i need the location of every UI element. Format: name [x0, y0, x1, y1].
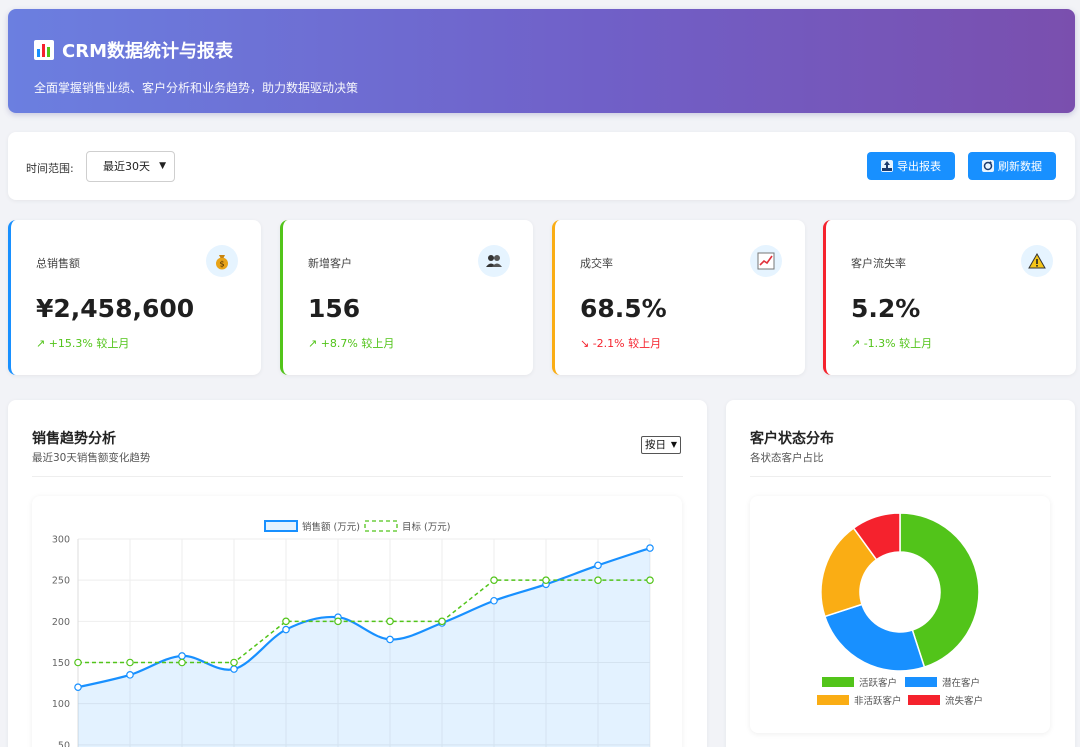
status-chart-card: 活跃客户 潜在客户非活跃客户 流失客户	[750, 496, 1050, 733]
kpi-change: ↗ +15.3% 较上月	[36, 337, 130, 350]
legend-label[interactable]: 流失客户	[945, 695, 983, 707]
customer-status-subtitle: 各状态客户占比	[750, 452, 824, 464]
divider	[32, 476, 683, 477]
sales-data-point[interactable]	[178, 652, 186, 660]
y-tick-label: 250	[52, 576, 70, 587]
kpi-label: 总销售额	[36, 257, 80, 270]
customer-status-panel: 客户状态分布 各状态客户占比 活跃客户 潜在客户非活跃客户 流失客户	[726, 400, 1075, 747]
sales-data-point[interactable]	[386, 635, 394, 644]
target-data-point[interactable]	[74, 658, 82, 667]
donut-slice-1[interactable]	[823, 603, 926, 672]
kpi-value: 5.2%	[851, 294, 921, 323]
target-data-point[interactable]	[594, 576, 602, 584]
legend-swatch[interactable]	[905, 677, 937, 687]
page-subtitle: 全面掌握销售业绩、客户分析和业务趋势，助力数据驱动决策	[34, 81, 359, 95]
legend-swatch[interactable]	[822, 677, 854, 687]
y-tick-label: 300	[52, 535, 70, 546]
kpi-card-total-sales: 总销售额 $ ¥2,458,600 ↗ +15.3% 较上月	[8, 220, 261, 375]
bar-chart-icon	[34, 40, 54, 60]
legend-label[interactable]: 目标 (万元)	[402, 521, 450, 533]
kpi-change: ↗ +8.7% 较上月	[308, 337, 395, 350]
refresh-data-button[interactable]: 刷新数据	[968, 152, 1056, 180]
sales-data-point[interactable]	[646, 544, 654, 552]
money-bag-icon: $	[206, 245, 238, 277]
kpi-card-new-customers: 新增客户 156 ↗ +8.7% 较上月	[280, 220, 533, 375]
export-tray-icon	[881, 160, 893, 172]
kpi-value: 156	[308, 294, 361, 323]
sales-chart-card: 300 250 200 150 100 50 销售额 (万元) 目标 (万元)	[32, 496, 682, 747]
sales-data-point[interactable]	[74, 683, 82, 692]
target-data-point[interactable]	[646, 576, 654, 584]
sales-data-point[interactable]	[282, 625, 290, 634]
chevron-down-icon: ▼	[670, 440, 677, 449]
time-range-label: 时间范围:	[26, 162, 74, 175]
kpi-label: 新增客户	[308, 257, 352, 270]
svg-text:$: $	[219, 260, 224, 269]
target-data-point[interactable]	[282, 617, 290, 626]
kpi-label: 客户流失率	[851, 257, 906, 270]
sales-trend-panel: 销售趋势分析 最近30天销售额变化趋势 按日 ▼ 300 250 200 150 100…	[8, 400, 707, 747]
time-range-select[interactable]: 最近30天 ▼	[86, 151, 175, 182]
legend-swatch[interactable]	[817, 695, 849, 705]
target-data-point[interactable]	[334, 617, 342, 626]
sales-data-point[interactable]	[490, 596, 498, 605]
filter-toolbar: 时间范围: 最近30天 ▼ 导出报表 刷新数据	[8, 132, 1075, 200]
legend-label[interactable]: 活跃客户	[859, 677, 897, 689]
warning-icon	[1021, 245, 1053, 277]
legend-swatch[interactable]	[364, 520, 398, 532]
sales-data-point[interactable]	[126, 671, 134, 679]
kpi-card-churn-rate: 客户流失率 5.2% ↗ -1.3% 较上月	[823, 220, 1076, 375]
refresh-icon	[982, 160, 994, 172]
trend-chart-icon	[750, 245, 782, 277]
sales-line-chart: 300 250 200 150 100 50 销售额 (万元) 目标 (万元)	[52, 520, 654, 747]
legend-label[interactable]: 非活跃客户	[854, 695, 902, 707]
kpi-card-conversion-rate: 成交率 68.5% ↘ -2.1% 较上月	[552, 220, 805, 375]
target-data-point[interactable]	[438, 617, 446, 626]
target-data-point[interactable]	[386, 617, 394, 626]
sales-data-point[interactable]	[594, 561, 602, 570]
target-data-point[interactable]	[230, 658, 238, 667]
granularity-select[interactable]: 按日 ▼	[641, 436, 681, 454]
users-icon	[478, 245, 510, 277]
page-title: CRM数据统计与报表	[62, 41, 233, 62]
legend-swatch[interactable]	[264, 520, 298, 532]
legend-label[interactable]: 潜在客户	[942, 677, 980, 689]
customer-status-donut-chart: 活跃客户 潜在客户非活跃客户 流失客户	[817, 512, 983, 707]
y-tick-label: 200	[52, 617, 70, 628]
divider	[750, 476, 1051, 477]
target-data-point[interactable]	[178, 658, 186, 667]
granularity-value: 按日	[645, 439, 666, 451]
kpi-value: 68.5%	[580, 294, 667, 323]
sales-trend-subtitle: 最近30天销售额变化趋势	[32, 452, 151, 464]
kpi-value: ¥2,458,600	[36, 294, 195, 323]
legend-label[interactable]: 销售额 (万元)	[302, 521, 360, 533]
kpi-label: 成交率	[580, 257, 613, 270]
y-tick-label: 150	[52, 658, 70, 669]
target-data-point[interactable]	[490, 576, 498, 584]
sales-trend-title: 销售趋势分析	[32, 431, 116, 447]
y-tick-label: 100	[52, 699, 70, 710]
chevron-down-icon: ▼	[159, 161, 166, 171]
export-report-button[interactable]: 导出报表	[867, 152, 955, 180]
kpi-change: ↘ -2.1% 较上月	[580, 337, 662, 350]
export-report-label: 导出报表	[897, 160, 941, 173]
target-data-point[interactable]	[126, 658, 134, 667]
refresh-data-label: 刷新数据	[998, 160, 1042, 173]
sales-data-point[interactable]	[230, 665, 238, 673]
legend-swatch[interactable]	[908, 695, 940, 705]
y-tick-label: 50	[58, 740, 70, 747]
header-title-row: CRM数据统计与报表	[34, 37, 233, 63]
time-range-value: 最近30天	[103, 160, 150, 173]
target-data-point[interactable]	[542, 576, 550, 584]
customer-status-title: 客户状态分布	[750, 431, 834, 447]
page-header: CRM数据统计与报表 全面掌握销售业绩、客户分析和业务趋势，助力数据驱动决策	[8, 9, 1075, 113]
kpi-change: ↗ -1.3% 较上月	[851, 337, 933, 350]
